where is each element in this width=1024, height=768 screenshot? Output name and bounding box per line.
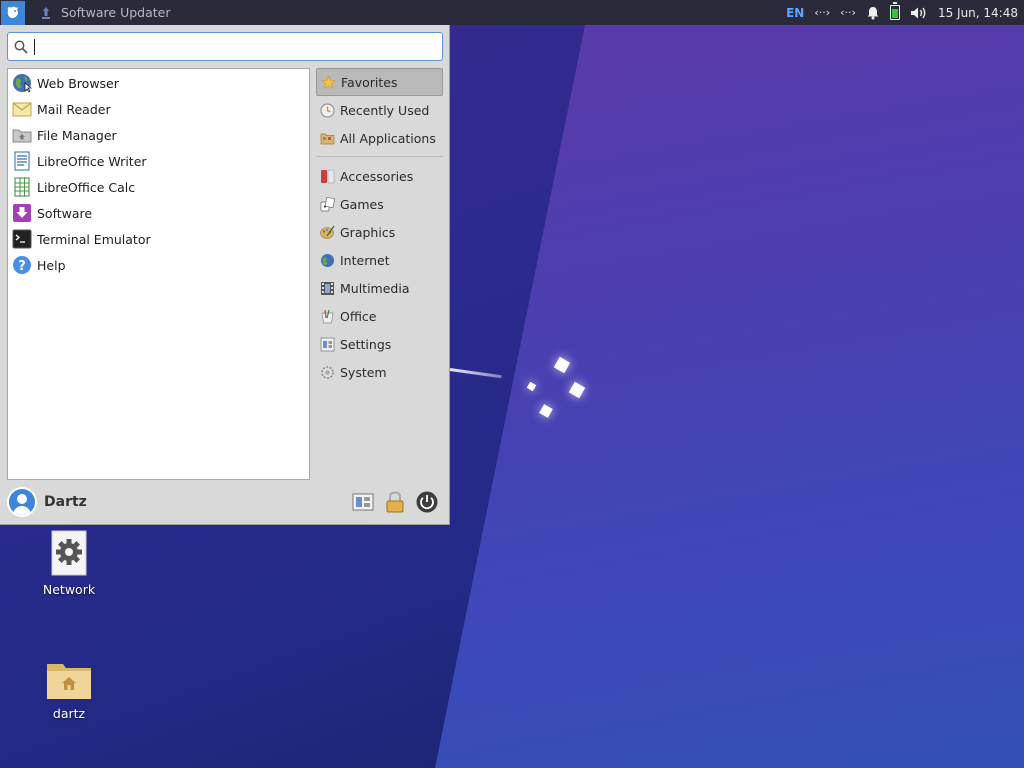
system-icon bbox=[319, 364, 335, 380]
web-browser-icon bbox=[11, 72, 33, 94]
volume-icon[interactable] bbox=[910, 6, 928, 20]
settings-manager-button[interactable] bbox=[351, 490, 375, 514]
notification-bell-icon[interactable] bbox=[866, 6, 880, 20]
desktop-icon-home[interactable]: dartz bbox=[24, 660, 114, 721]
app-item-label: LibreOffice Writer bbox=[37, 153, 147, 169]
svg-text:?: ? bbox=[18, 259, 26, 274]
category-separator bbox=[316, 156, 443, 157]
taskbar-item-software-updater[interactable]: Software Updater bbox=[39, 5, 171, 20]
file-manager-icon bbox=[11, 124, 33, 146]
category-all-applications[interactable]: All Applications bbox=[316, 124, 443, 152]
home-folder-icon bbox=[47, 664, 91, 699]
category-label: Graphics bbox=[340, 224, 396, 240]
whisker-menu: Web Browser Mail Reader File Manager Lib… bbox=[0, 25, 450, 525]
search-input[interactable] bbox=[41, 39, 441, 54]
network-settings-icon bbox=[51, 530, 87, 576]
desktop-icon-label: Network bbox=[42, 582, 96, 597]
accessories-icon bbox=[319, 168, 335, 184]
help-icon: ? bbox=[11, 254, 33, 276]
category-label: All Applications bbox=[340, 130, 436, 146]
text-cursor bbox=[34, 38, 35, 55]
category-internet[interactable]: Internet bbox=[316, 246, 443, 274]
category-label: Favorites bbox=[341, 74, 398, 90]
category-label: Office bbox=[340, 308, 377, 324]
category-graphics[interactable]: Graphics bbox=[316, 218, 443, 246]
clock[interactable]: 15 Jun, 14:48 bbox=[938, 6, 1018, 20]
battery-icon[interactable] bbox=[889, 2, 900, 20]
software-icon bbox=[11, 202, 33, 224]
system-tray: EN ‹··› ‹··› 15 Jun, 14:48 bbox=[786, 2, 1024, 20]
search-icon bbox=[14, 40, 28, 54]
app-item-label: File Manager bbox=[37, 127, 117, 143]
app-item-label: Terminal Emulator bbox=[37, 231, 151, 247]
category-system[interactable]: System bbox=[316, 358, 443, 386]
search-field[interactable] bbox=[7, 32, 443, 61]
office-icon bbox=[319, 308, 335, 324]
graphics-icon bbox=[319, 224, 335, 240]
app-item-label: LibreOffice Calc bbox=[37, 179, 136, 195]
favorites-app-list: Web Browser Mail Reader File Manager Lib… bbox=[7, 68, 310, 480]
app-item-terminal-emulator[interactable]: Terminal Emulator bbox=[8, 226, 309, 252]
settings-manager-icon bbox=[352, 493, 374, 511]
app-item-label: Help bbox=[37, 257, 66, 273]
category-label: Games bbox=[340, 196, 384, 212]
settings-icon bbox=[319, 336, 335, 352]
multimedia-icon bbox=[319, 280, 335, 296]
app-item-file-manager[interactable]: File Manager bbox=[8, 122, 309, 148]
avatar bbox=[7, 487, 37, 517]
category-label: Recently Used bbox=[340, 102, 430, 118]
folder-icon bbox=[319, 130, 335, 146]
calc-icon bbox=[11, 176, 33, 198]
user-info: Dartz bbox=[7, 487, 87, 517]
category-multimedia[interactable]: Multimedia bbox=[316, 274, 443, 302]
power-icon bbox=[416, 491, 438, 513]
keyboard-layout-indicator[interactable]: EN bbox=[786, 6, 804, 20]
app-item-mail-reader[interactable]: Mail Reader bbox=[8, 96, 309, 122]
category-settings[interactable]: Settings bbox=[316, 330, 443, 358]
applications-menu-button[interactable] bbox=[1, 0, 25, 25]
app-item-software[interactable]: Software bbox=[8, 200, 309, 226]
software-updater-icon bbox=[42, 6, 50, 19]
games-icon bbox=[319, 196, 335, 212]
category-label: Settings bbox=[340, 336, 392, 352]
lock-screen-button[interactable] bbox=[383, 490, 407, 514]
desktop-icon-network[interactable]: Network bbox=[24, 530, 114, 597]
category-favorites[interactable]: Favorites bbox=[316, 68, 443, 96]
category-label: Accessories bbox=[340, 168, 414, 184]
writer-icon bbox=[11, 150, 33, 172]
app-item-web-browser[interactable]: Web Browser bbox=[8, 70, 309, 96]
category-games[interactable]: Games bbox=[316, 190, 443, 218]
log-out-button[interactable] bbox=[415, 490, 439, 514]
network-wired-icon[interactable]: ‹··› bbox=[814, 6, 830, 19]
desktop-icon-label: dartz bbox=[52, 706, 86, 721]
menu-actions bbox=[351, 490, 439, 514]
lock-icon bbox=[386, 491, 404, 513]
terminal-icon bbox=[11, 228, 33, 250]
app-item-label: Software bbox=[37, 205, 93, 221]
app-item-help[interactable]: ? Help bbox=[8, 252, 309, 278]
category-list: Favorites Recently Used All Applications… bbox=[316, 68, 443, 386]
clock-icon bbox=[319, 102, 335, 118]
star-icon bbox=[320, 74, 336, 90]
category-label: Multimedia bbox=[340, 280, 410, 296]
category-recently-used[interactable]: Recently Used bbox=[316, 96, 443, 124]
category-label: Internet bbox=[340, 252, 390, 268]
top-panel: Software Updater EN ‹··› ‹··› 15 Jun, 14… bbox=[0, 0, 1024, 25]
app-item-libreoffice-writer[interactable]: LibreOffice Writer bbox=[8, 148, 309, 174]
category-accessories[interactable]: Accessories bbox=[316, 162, 443, 190]
app-item-label: Web Browser bbox=[37, 75, 119, 91]
category-label: System bbox=[340, 364, 387, 380]
network-wired-icon[interactable]: ‹··› bbox=[840, 6, 856, 19]
app-item-label: Mail Reader bbox=[37, 101, 111, 117]
xfce-mouse-icon bbox=[7, 6, 18, 18]
mail-icon bbox=[11, 98, 33, 120]
wallpaper-ray bbox=[449, 368, 502, 379]
internet-icon bbox=[319, 252, 335, 268]
wallpaper-light-beam bbox=[435, 25, 1024, 768]
app-item-libreoffice-calc[interactable]: LibreOffice Calc bbox=[8, 174, 309, 200]
username: Dartz bbox=[44, 494, 87, 510]
category-office[interactable]: Office bbox=[316, 302, 443, 330]
taskbar-item-label: Software Updater bbox=[61, 5, 171, 20]
